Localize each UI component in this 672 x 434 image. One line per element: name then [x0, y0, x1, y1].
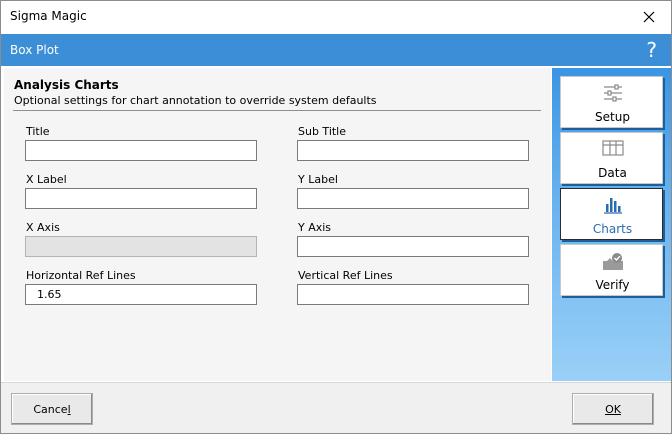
section-subtitle: Optional settings for chart annotation t… [14, 94, 377, 107]
cancel-mnemonic: l [67, 402, 71, 416]
y-label-label: Y Label [298, 173, 338, 186]
verify-icon [602, 253, 623, 270]
dialog-window: Sigma Magic Box Plot ? Analysis Charts O… [0, 0, 672, 434]
nav-verify-label: Verify [595, 278, 630, 292]
x-label-label: X Label [26, 173, 67, 186]
horizontal-ref-lines-label: Horizontal Ref Lines [26, 269, 136, 282]
ok-button[interactable]: OK [572, 393, 654, 425]
title-label: Title [26, 125, 50, 138]
close-icon [643, 11, 655, 22]
table-icon [601, 140, 624, 156]
cancel-button-label: Cance [33, 402, 68, 416]
vertical-ref-lines-input[interactable] [297, 284, 529, 305]
ok-mnemonic: OK [605, 402, 621, 416]
nav-setup-label: Setup [595, 110, 630, 124]
nav-data-button[interactable]: Data [560, 132, 663, 184]
sub-title-input[interactable] [297, 140, 529, 161]
bar-chart-icon [603, 198, 622, 214]
nav-charts-button[interactable]: Charts [560, 188, 663, 240]
window-title: Sigma Magic [10, 9, 87, 23]
y-axis-label: Y Axis [298, 221, 332, 234]
nav-data-label: Data [598, 166, 627, 180]
close-button[interactable] [627, 1, 671, 32]
y-label-input[interactable] [297, 188, 529, 209]
title-input[interactable] [25, 140, 257, 161]
vertical-ref-lines-label: Vertical Ref Lines [298, 269, 393, 282]
help-button[interactable]: ? [646, 38, 657, 62]
nav-charts-label: Charts [592, 222, 633, 236]
sliders-icon [603, 84, 622, 102]
section-title: Analysis Charts [14, 78, 119, 92]
horizontal-ref-lines-input[interactable] [25, 284, 257, 305]
nav-sidebar: Setup Data Charts Verify [552, 68, 671, 381]
main-panel: Analysis Charts Optional settings for ch… [4, 68, 551, 381]
title-bar: Sigma Magic [1, 1, 671, 32]
dialog-header-title: Box Plot [10, 43, 59, 57]
dialog-footer: Cance l OK [1, 382, 671, 433]
y-axis-input[interactable] [297, 236, 529, 257]
section-divider [13, 110, 541, 111]
cancel-button[interactable]: Cance l [11, 393, 93, 425]
x-label-input[interactable] [25, 188, 257, 209]
x-axis-input [25, 236, 257, 257]
sub-title-label: Sub Title [298, 125, 347, 138]
nav-setup-button[interactable]: Setup [560, 76, 663, 128]
x-axis-label: X Axis [26, 221, 60, 234]
nav-verify-button[interactable]: Verify [560, 244, 663, 296]
dialog-header: Box Plot ? [1, 34, 671, 66]
